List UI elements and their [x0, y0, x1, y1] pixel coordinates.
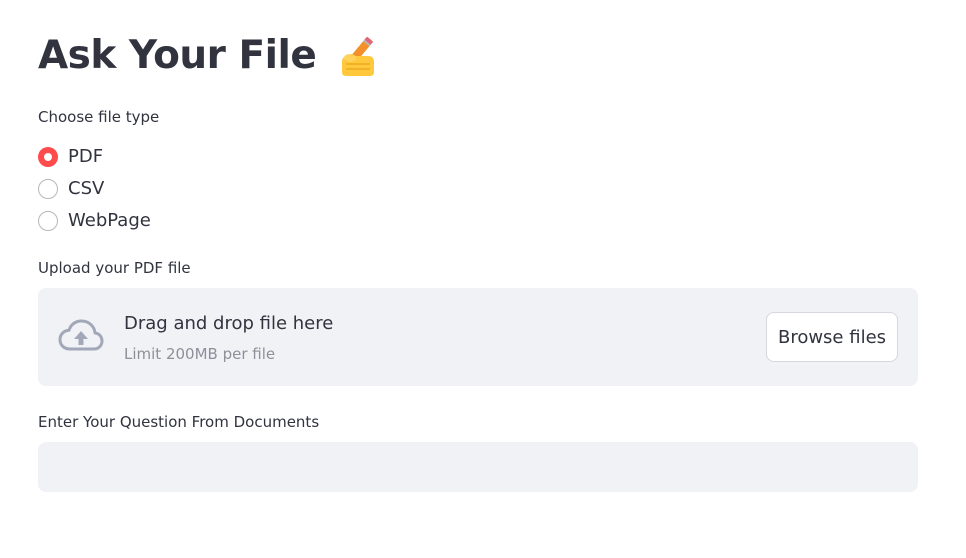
- writing-hand-icon: [332, 32, 380, 80]
- question-input[interactable]: [38, 442, 918, 492]
- radio-button-csv[interactable]: [38, 179, 58, 199]
- radio-option-pdf[interactable]: PDF: [38, 141, 151, 173]
- radio-button-pdf[interactable]: [38, 147, 58, 167]
- page-title: Ask Your File: [38, 28, 380, 84]
- radio-button-webpage[interactable]: [38, 211, 58, 231]
- cloud-upload-icon: [58, 318, 104, 354]
- dropzone-limit: Limit 200MB per file: [124, 345, 276, 363]
- dropzone-instruction: Drag and drop file here: [124, 313, 334, 334]
- file-type-radio-group: PDF CSV WebPage: [38, 141, 151, 237]
- radio-label-pdf: PDF: [68, 146, 104, 167]
- uploader-label: Upload your PDF file: [38, 259, 191, 277]
- question-label: Enter Your Question From Documents: [38, 413, 320, 431]
- app-page: Ask Your File Choose file type PDF CSV W…: [0, 0, 966, 558]
- radio-option-webpage[interactable]: WebPage: [38, 205, 151, 237]
- browse-files-button[interactable]: Browse files: [766, 312, 898, 362]
- radio-label-webpage: WebPage: [68, 210, 151, 231]
- file-type-label: Choose file type: [38, 108, 160, 126]
- radio-label-csv: CSV: [68, 178, 105, 199]
- file-dropzone[interactable]: Drag and drop file here Limit 200MB per …: [38, 288, 918, 386]
- page-title-text: Ask Your File: [38, 33, 317, 78]
- radio-option-csv[interactable]: CSV: [38, 173, 151, 205]
